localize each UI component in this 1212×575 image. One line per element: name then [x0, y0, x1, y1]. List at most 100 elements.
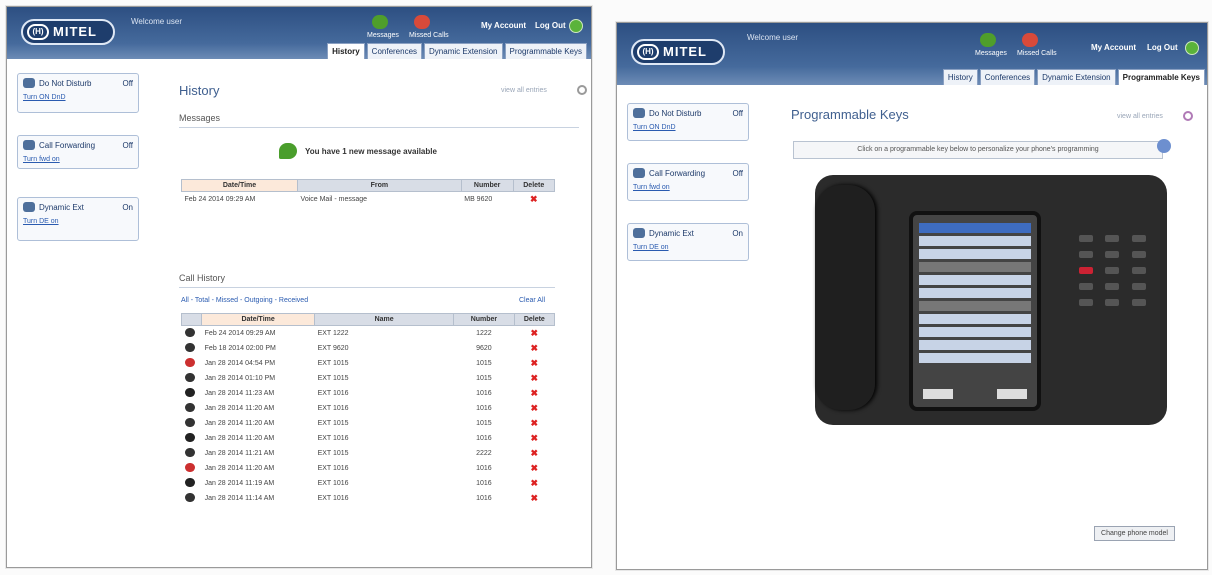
keypad-key [1131, 235, 1146, 242]
delete-icon[interactable]: ✖ [514, 446, 554, 461]
delete-icon[interactable]: ✖ [514, 476, 554, 491]
delete-icon[interactable]: ✖ [514, 341, 554, 356]
tab-dynamic-extension[interactable]: Dynamic Extension [1037, 69, 1116, 85]
delete-icon[interactable]: ✖ [514, 401, 554, 416]
help-icon[interactable] [1185, 41, 1199, 55]
refresh-icon[interactable] [1183, 111, 1193, 121]
dnd-toggle-link[interactable]: Turn ON DnD [633, 124, 743, 131]
table-row[interactable]: Feb 24 2014 09:29 AM EXT 1222 1222 ✖ [182, 326, 555, 342]
tab-programmable-keys[interactable]: Programmable Keys [504, 43, 587, 59]
call-history-table: Date/Time Name Number Delete Feb 24 2014… [180, 313, 556, 506]
table-row[interactable]: Jan 28 2014 04:54 PM EXT 1015 1015 ✖ [182, 356, 555, 371]
call-date: Jan 28 2014 11:20 AM [204, 465, 275, 472]
message-row[interactable]: Feb 24 2014 09:29 AM Voice Mail - messag… [182, 192, 555, 208]
tab-conferences[interactable]: Conferences [979, 69, 1036, 85]
delete-icon[interactable]: ✖ [514, 431, 554, 446]
call-type-icon [182, 401, 202, 416]
phone-icon [184, 448, 195, 457]
programmable-key[interactable] [919, 314, 1031, 324]
delete-icon[interactable]: ✖ [513, 192, 554, 208]
col-number[interactable]: Number [460, 179, 514, 192]
change-phone-model-button[interactable]: Change phone model [1094, 526, 1175, 541]
tab-history[interactable]: History [327, 43, 365, 59]
forward-toggle-link[interactable]: Turn fwd on [23, 156, 133, 163]
view-all-link[interactable]: view all entries [1117, 113, 1163, 120]
missed-calls-label: Missed Calls [1017, 50, 1057, 57]
dnd-icon [633, 108, 645, 118]
instruction-bar: Click on a programmable key below to per… [793, 141, 1163, 159]
info-icon[interactable] [1157, 139, 1171, 153]
help-icon[interactable] [569, 19, 583, 33]
messages-icon [372, 15, 388, 29]
dnd-toggle-link[interactable]: Turn ON DnD [23, 94, 133, 101]
col-datetime[interactable]: Date/Time [201, 313, 316, 326]
messages-button[interactable]: Messages [975, 33, 1007, 57]
missed-calls-button[interactable]: Missed Calls [409, 15, 449, 39]
col-number[interactable]: Number [453, 313, 515, 326]
clear-all-link[interactable]: Clear All [519, 297, 545, 304]
table-row[interactable]: Jan 28 2014 11:20 AM EXT 1016 1016 ✖ [182, 461, 555, 476]
tab-dynamic-extension[interactable]: Dynamic Extension [424, 43, 503, 59]
dynamic-ext-toggle-link[interactable]: Turn DE on [23, 218, 133, 225]
log-out-link[interactable]: Log Out [1147, 43, 1178, 52]
programmable-key[interactable] [919, 236, 1031, 246]
phone-softkey-left[interactable] [923, 389, 953, 399]
phone-image [815, 175, 1167, 425]
my-account-link[interactable]: My Account [481, 21, 526, 30]
messages-button[interactable]: Messages [367, 15, 399, 39]
programmable-key[interactable] [919, 353, 1031, 363]
call-date: Jan 28 2014 11:20 AM [204, 420, 275, 427]
programmable-key[interactable] [919, 223, 1031, 233]
keypad-key [1079, 283, 1093, 290]
keypad-key [1131, 251, 1146, 258]
my-account-link[interactable]: My Account [1091, 43, 1136, 52]
delete-icon[interactable]: ✖ [514, 356, 554, 371]
delete-icon[interactable]: ✖ [514, 386, 554, 401]
table-row[interactable]: Jan 28 2014 11:20 AM EXT 1016 1016 ✖ [182, 431, 555, 446]
delete-icon[interactable]: ✖ [514, 326, 554, 342]
programmable-key[interactable] [919, 301, 1031, 311]
call-type-icon [182, 461, 202, 476]
logo-mark: (H) [637, 44, 659, 60]
log-out-link[interactable]: Log Out [535, 21, 566, 30]
missed-calls-button[interactable]: Missed Calls [1017, 33, 1057, 57]
delete-icon[interactable]: ✖ [514, 461, 554, 476]
programmable-key[interactable] [919, 249, 1031, 259]
table-row[interactable]: Jan 28 2014 11:20 AM EXT 1016 1016 ✖ [182, 401, 555, 416]
table-row[interactable]: Jan 28 2014 01:10 PM EXT 1015 1015 ✖ [182, 371, 555, 386]
dynamic-ext-toggle-link[interactable]: Turn DE on [633, 244, 743, 251]
tab-conferences[interactable]: Conferences [366, 43, 423, 59]
tab-history[interactable]: History [942, 69, 978, 85]
col-datetime[interactable]: Date/Time [180, 179, 299, 192]
programmable-key[interactable] [919, 340, 1031, 350]
programmable-key[interactable] [919, 275, 1031, 285]
forward-toggle-link[interactable]: Turn fwd on [633, 184, 743, 191]
tab-programmable-keys[interactable]: Programmable Keys [1117, 69, 1205, 85]
programmable-key[interactable] [919, 262, 1031, 272]
table-row[interactable]: Jan 28 2014 11:14 AM EXT 1016 1016 ✖ [182, 491, 555, 506]
view-all-link[interactable]: view all entries [501, 87, 547, 94]
call-forwarding-box: Call Forwarding Off Turn fwd on [17, 135, 139, 169]
delete-icon[interactable]: ✖ [514, 491, 554, 506]
delete-icon[interactable]: ✖ [514, 371, 554, 386]
table-row[interactable]: Jan 28 2014 11:20 AM EXT 1015 1015 ✖ [182, 416, 555, 431]
message-bubble-icon [279, 143, 297, 159]
phone-icon [184, 343, 195, 352]
divider [179, 287, 555, 288]
table-row[interactable]: Feb 18 2014 02:00 PM EXT 9620 9620 ✖ [182, 341, 555, 356]
programmable-key[interactable] [919, 327, 1031, 337]
refresh-icon[interactable] [577, 85, 587, 95]
delete-icon[interactable]: ✖ [514, 416, 554, 431]
forward-state: Off [732, 168, 743, 178]
col-name[interactable]: Name [314, 313, 455, 326]
table-row[interactable]: Jan 28 2014 11:21 AM EXT 1015 2222 ✖ [182, 446, 555, 461]
call-filters[interactable]: All - Total - Missed - Outgoing - Receiv… [181, 297, 308, 304]
programmable-key[interactable] [919, 288, 1031, 298]
table-row[interactable]: Jan 28 2014 11:23 AM EXT 1016 1016 ✖ [182, 386, 555, 401]
col-from[interactable]: From [297, 179, 462, 192]
messages-icon [980, 33, 996, 47]
phone-softkey-right[interactable] [997, 389, 1027, 399]
table-row[interactable]: Jan 28 2014 11:19 AM EXT 1016 1016 ✖ [182, 476, 555, 491]
logo-text: MITEL [663, 44, 707, 59]
dynamic-ext-state: On [122, 202, 133, 212]
